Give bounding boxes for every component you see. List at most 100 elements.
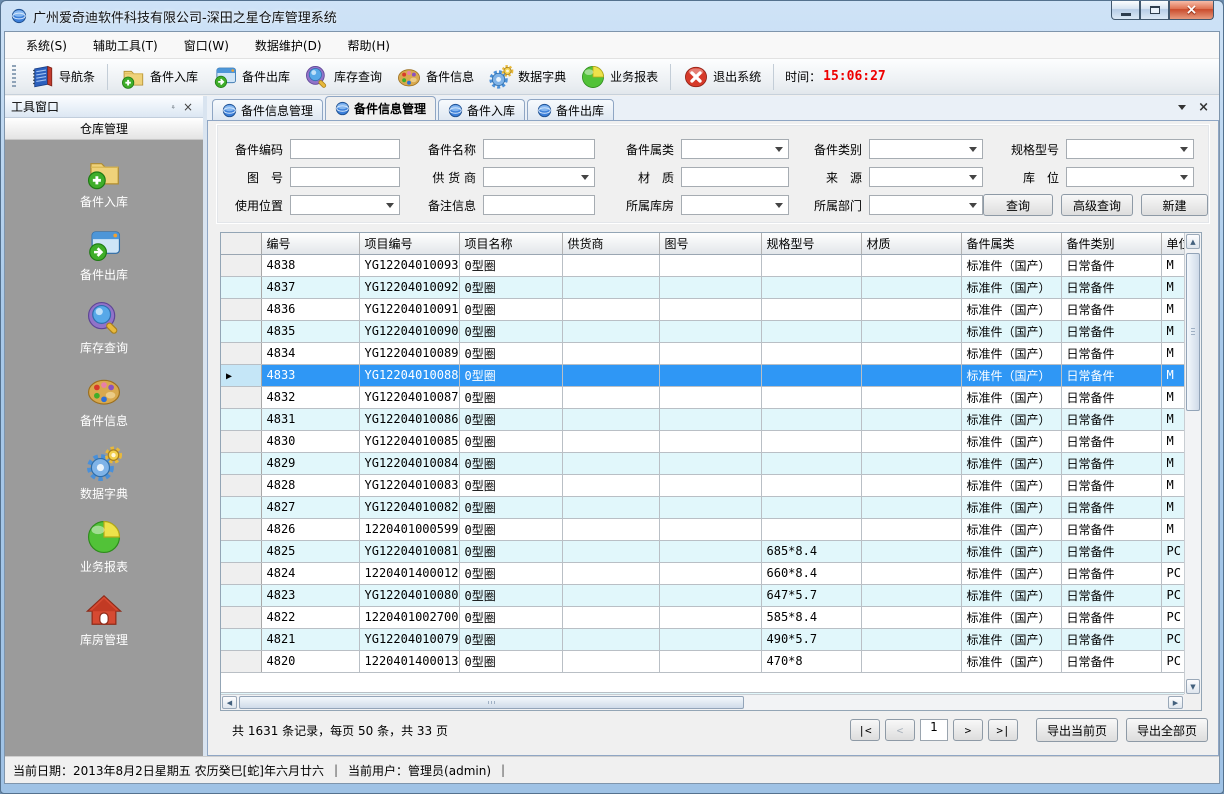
row-selector-cell[interactable] bbox=[221, 562, 261, 584]
cell-part-category[interactable]: 标准件（国产） bbox=[961, 540, 1061, 562]
row-selector-cell[interactable] bbox=[221, 254, 261, 276]
cell-spec[interactable] bbox=[761, 342, 861, 364]
cell-part-type[interactable]: 日常备件 bbox=[1061, 474, 1161, 496]
cell-material[interactable] bbox=[861, 408, 961, 430]
sidebar-item-stock-in[interactable]: 备件入库 bbox=[80, 153, 128, 210]
sidebar-item-data-dictionary[interactable]: 数据字典 bbox=[80, 445, 128, 502]
export-all-pages-button[interactable]: 导出全部页 bbox=[1126, 718, 1208, 742]
row-selector-cell[interactable] bbox=[221, 606, 261, 628]
cell-unit[interactable]: PC bbox=[1161, 628, 1184, 650]
cell-project-name[interactable]: 0型圈 bbox=[459, 408, 562, 430]
cell-part-type[interactable]: 日常备件 bbox=[1061, 628, 1161, 650]
cell-material[interactable] bbox=[861, 386, 961, 408]
cell-part-category[interactable]: 标准件（国产） bbox=[961, 342, 1061, 364]
row-selector-cell[interactable] bbox=[221, 364, 261, 386]
cell-part-category[interactable]: 标准件（国产） bbox=[961, 298, 1061, 320]
row-selector-cell[interactable] bbox=[221, 320, 261, 342]
material-input[interactable] bbox=[681, 167, 789, 187]
header-material[interactable]: 材质 bbox=[861, 233, 961, 254]
source-select[interactable] bbox=[869, 167, 983, 187]
cell-part-type[interactable]: 日常备件 bbox=[1061, 606, 1161, 628]
tab-parts-info-management-2[interactable]: 备件信息管理 bbox=[325, 96, 436, 120]
cell-unit[interactable]: M bbox=[1161, 254, 1184, 276]
cell-project-name[interactable]: 0型圈 bbox=[459, 276, 562, 298]
tab-close-icon[interactable]: × bbox=[1198, 102, 1209, 114]
cell-figure-no[interactable] bbox=[659, 254, 761, 276]
cell-spec[interactable] bbox=[761, 452, 861, 474]
cell-project-name[interactable]: 0型圈 bbox=[459, 430, 562, 452]
cell-project-code[interactable]: YG12204010084 bbox=[359, 452, 459, 474]
cell-number[interactable]: 4823 bbox=[261, 584, 359, 606]
cell-part-type[interactable]: 日常备件 bbox=[1061, 254, 1161, 276]
table-row[interactable]: 4832 YG12204010087 0型圈 标准件（国产） bbox=[221, 386, 1184, 408]
header-figure-no[interactable]: 图号 bbox=[659, 233, 761, 254]
cell-project-code[interactable]: YG12204010091 bbox=[359, 298, 459, 320]
cell-part-category[interactable]: 标准件（国产） bbox=[961, 584, 1061, 606]
cell-figure-no[interactable] bbox=[659, 298, 761, 320]
table-row[interactable]: 4834 YG12204010089 0型圈 标准件（国产） bbox=[221, 342, 1184, 364]
cell-unit[interactable]: PC bbox=[1161, 540, 1184, 562]
cell-spec[interactable]: 470*8 bbox=[761, 650, 861, 672]
cell-supplier[interactable] bbox=[562, 364, 659, 386]
cell-unit[interactable]: M bbox=[1161, 342, 1184, 364]
header-part-category[interactable]: 备件属类 bbox=[961, 233, 1061, 254]
menu-help[interactable]: 帮助(H) bbox=[335, 32, 403, 59]
cell-spec[interactable] bbox=[761, 518, 861, 540]
cell-project-code[interactable]: YG12204010083 bbox=[359, 474, 459, 496]
menu-system[interactable]: 系统(S) bbox=[13, 32, 80, 59]
cell-material[interactable] bbox=[861, 452, 961, 474]
cell-unit[interactable]: M bbox=[1161, 276, 1184, 298]
scroll-right-icon[interactable]: ▶ bbox=[1168, 696, 1183, 709]
cell-supplier[interactable] bbox=[562, 452, 659, 474]
cell-unit[interactable]: M bbox=[1161, 518, 1184, 540]
spec-model-select[interactable] bbox=[1066, 139, 1194, 159]
cell-part-type[interactable]: 日常备件 bbox=[1061, 408, 1161, 430]
toolbar-report-button[interactable]: 业务报表 bbox=[573, 61, 665, 93]
cell-part-category[interactable]: 标准件（国产） bbox=[961, 628, 1061, 650]
cell-supplier[interactable] bbox=[562, 496, 659, 518]
cell-project-name[interactable]: 0型圈 bbox=[459, 650, 562, 672]
cell-part-category[interactable]: 标准件（国产） bbox=[961, 452, 1061, 474]
table-row[interactable]: 4828 YG12204010083 0型圈 标准件（国产） bbox=[221, 474, 1184, 496]
cell-supplier[interactable] bbox=[562, 254, 659, 276]
cell-supplier[interactable] bbox=[562, 298, 659, 320]
cell-figure-no[interactable] bbox=[659, 386, 761, 408]
header-part-type[interactable]: 备件类别 bbox=[1061, 233, 1161, 254]
cell-project-code[interactable]: 1220401002700 bbox=[359, 606, 459, 628]
next-page-button[interactable]: > bbox=[953, 719, 983, 741]
cell-material[interactable] bbox=[861, 254, 961, 276]
cell-material[interactable] bbox=[861, 518, 961, 540]
table-row[interactable]: 4822 1220401002700 0型圈 585*8.4 标准件（国产） bbox=[221, 606, 1184, 628]
cell-supplier[interactable] bbox=[562, 628, 659, 650]
cell-project-name[interactable]: 0型圈 bbox=[459, 562, 562, 584]
cell-part-category[interactable]: 标准件（国产） bbox=[961, 474, 1061, 496]
cell-number[interactable]: 4838 bbox=[261, 254, 359, 276]
first-page-button[interactable]: |< bbox=[850, 719, 880, 741]
row-selector-cell[interactable] bbox=[221, 298, 261, 320]
table-row[interactable]: 4830 YG12204010085 0型圈 标准件（国产） bbox=[221, 430, 1184, 452]
cell-project-name[interactable]: 0型圈 bbox=[459, 386, 562, 408]
cell-part-category[interactable]: 标准件（国产） bbox=[961, 254, 1061, 276]
cell-supplier[interactable] bbox=[562, 430, 659, 452]
menu-window[interactable]: 窗口(W) bbox=[171, 32, 242, 59]
part-code-input[interactable] bbox=[290, 139, 400, 159]
query-button[interactable]: 查询 bbox=[983, 194, 1053, 216]
cell-material[interactable] bbox=[861, 540, 961, 562]
cell-material[interactable] bbox=[861, 628, 961, 650]
cell-spec[interactable] bbox=[761, 320, 861, 342]
cell-project-code[interactable]: YG12204010093 bbox=[359, 254, 459, 276]
table-row[interactable]: 4836 YG12204010091 0型圈 标准件（国产） bbox=[221, 298, 1184, 320]
cell-figure-no[interactable] bbox=[659, 606, 761, 628]
cell-spec[interactable]: 647*5.7 bbox=[761, 584, 861, 606]
row-selector-cell[interactable] bbox=[221, 628, 261, 650]
toolbar-inventory-query-button[interactable]: 库存查询 bbox=[297, 61, 389, 93]
cell-part-type[interactable]: 日常备件 bbox=[1061, 650, 1161, 672]
scroll-down-icon[interactable]: ▼ bbox=[1186, 679, 1200, 694]
cell-part-category[interactable]: 标准件（国产） bbox=[961, 320, 1061, 342]
cell-material[interactable] bbox=[861, 496, 961, 518]
cell-unit[interactable]: PC bbox=[1161, 606, 1184, 628]
table-row[interactable]: 4833 YG12204010088 0型圈 标准件（国产） bbox=[221, 364, 1184, 386]
sidebar-item-parts-info[interactable]: 备件信息 bbox=[80, 372, 128, 429]
cell-figure-no[interactable] bbox=[659, 650, 761, 672]
cell-part-type[interactable]: 日常备件 bbox=[1061, 584, 1161, 606]
